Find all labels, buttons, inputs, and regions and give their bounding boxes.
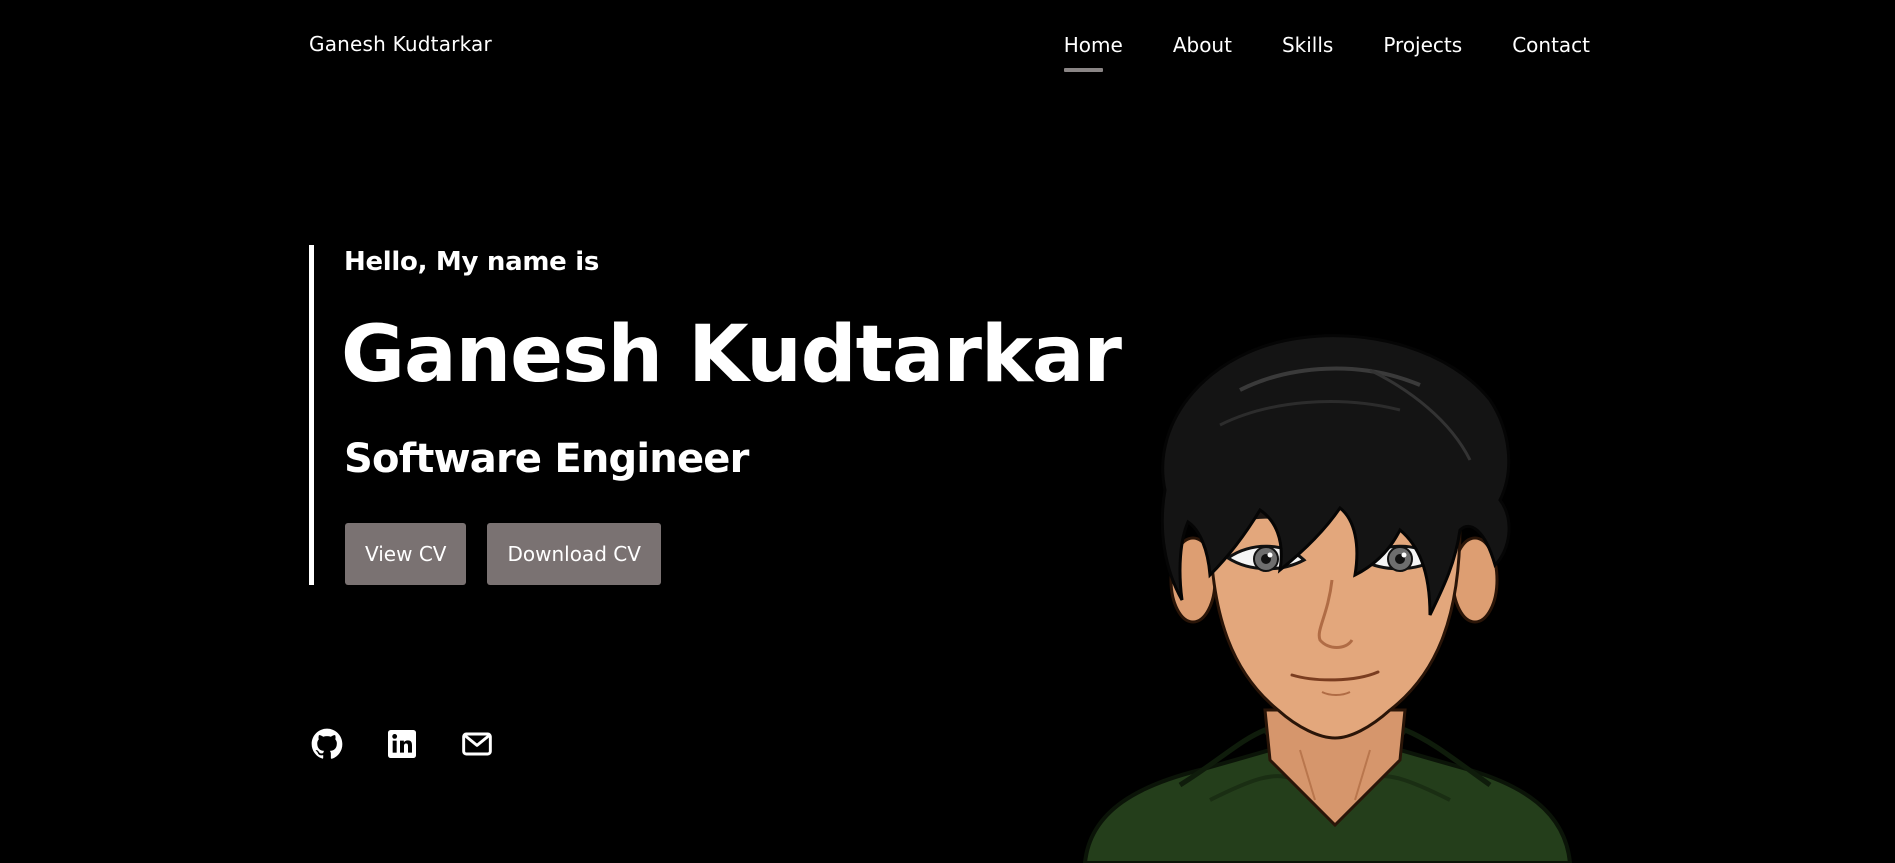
github-icon[interactable] [311,728,343,760]
mail-icon[interactable] [461,728,493,760]
main-nav: Home About Skills Projects Contact [1063,32,1590,72]
nav-item-contact[interactable]: Contact [1512,32,1590,58]
nav-item-about[interactable]: About [1173,32,1232,58]
brand-logo[interactable]: Ganesh Kudtarkar [309,32,492,56]
hero-greeting: Hello, My name is [344,247,600,277]
social-links [311,728,493,760]
nav-item-home[interactable]: Home [1063,32,1123,72]
linkedin-icon[interactable] [386,728,418,760]
avatar-illustration [1070,330,1590,863]
nav-item-projects[interactable]: Projects [1383,32,1462,58]
hero-role: Software Engineer [344,436,749,482]
hero-buttons: View CV Download CV [345,523,661,585]
page: Ganesh Kudtarkar Home About Skills Proje… [0,0,1895,863]
hero-accent-bar [309,245,314,585]
nav-item-skills[interactable]: Skills [1282,32,1333,58]
hero-name: Ganesh Kudtarkar [341,310,1122,400]
download-cv-button[interactable]: Download CV [487,523,661,585]
view-cv-button[interactable]: View CV [345,523,467,585]
